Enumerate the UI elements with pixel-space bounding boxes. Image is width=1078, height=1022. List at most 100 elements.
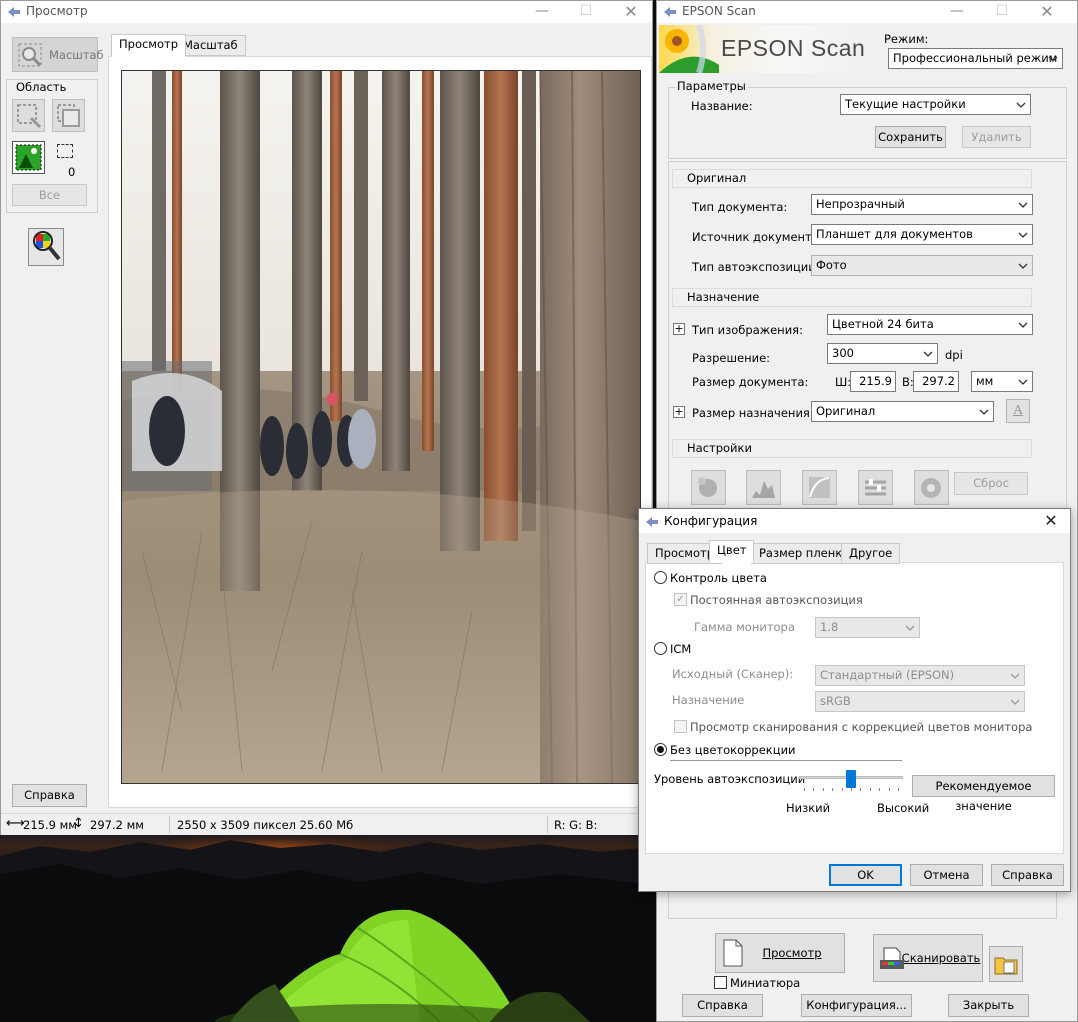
target-value: sRGB xyxy=(820,694,851,708)
size-unit-select[interactable]: мм xyxy=(971,371,1033,392)
auto-locate-button[interactable] xyxy=(12,99,45,132)
histogram-icon xyxy=(752,481,775,498)
tab-preview[interactable]: Просмотр xyxy=(111,34,187,57)
height-input[interactable]: 297.2 xyxy=(913,371,959,392)
close-button[interactable]: ✕ xyxy=(1032,510,1070,532)
help-button[interactable]: Справка xyxy=(12,784,87,807)
help-button[interactable]: Справка xyxy=(991,864,1064,886)
target-size-label: Размер назначения: xyxy=(692,406,814,420)
mode-select[interactable]: Профессиональный режим xyxy=(888,48,1063,69)
width-input[interactable]: 215.9 xyxy=(850,371,896,392)
delete-marquee-button[interactable] xyxy=(52,99,85,132)
marquee-outline-icon xyxy=(57,144,73,158)
icm-radio[interactable] xyxy=(654,642,667,655)
maximize-button[interactable]: ☐ xyxy=(979,1,1025,23)
preview-button[interactable]: Просмотр xyxy=(715,933,845,973)
target-size-select[interactable]: Оригинал xyxy=(811,401,994,422)
slider-tick xyxy=(898,788,899,791)
close-button[interactable]: ✕ xyxy=(608,1,654,23)
tone-correction-button[interactable] xyxy=(802,470,837,505)
target-select[interactable]: sRGB xyxy=(815,691,1025,712)
doc-type-select[interactable]: Непрозрачный xyxy=(811,194,1033,215)
original-header: Оригинал xyxy=(672,169,1032,188)
no-color-correction-radio[interactable] xyxy=(654,743,667,756)
close-window-button[interactable]: Закрыть xyxy=(948,994,1029,1017)
chevron-down-icon xyxy=(1018,263,1028,269)
all-button[interactable]: Все xyxy=(12,184,87,206)
high-label: Высокий xyxy=(877,801,930,815)
resolution-select[interactable]: 300 xyxy=(827,343,938,364)
zoom-button[interactable]: Масштаб xyxy=(12,37,104,72)
scanner-icon xyxy=(880,947,904,969)
color-magnifier-icon xyxy=(33,231,61,261)
configuration-button[interactable]: Конфигурация... xyxy=(801,994,912,1017)
source-select[interactable]: Стандартный (EPSON) xyxy=(815,665,1025,686)
thumbnail-checkbox[interactable] xyxy=(714,976,727,989)
scan-button[interactable]: Сканировать xyxy=(873,934,983,982)
target-size-value: Оригинал xyxy=(816,404,876,418)
continuous-autoexp-checkbox[interactable]: ✓ xyxy=(674,593,687,606)
resolution-value: 300 xyxy=(832,346,854,360)
size-unit-value: мм xyxy=(976,374,994,388)
minimize-button[interactable]: — xyxy=(934,1,980,23)
document-icon xyxy=(723,939,743,967)
doc-source-select[interactable]: Планшет для документов xyxy=(811,224,1033,245)
slider-tick xyxy=(889,788,890,791)
slider-thumb[interactable] xyxy=(846,770,856,788)
image-adjust-button[interactable] xyxy=(858,470,893,505)
color-adjust-button[interactable] xyxy=(28,228,64,266)
chevron-down-icon xyxy=(1018,322,1028,328)
doc-type-label: Тип документа: xyxy=(692,200,788,214)
histogram-adjust-button[interactable] xyxy=(746,470,781,505)
source-label: Исходный (Сканер): xyxy=(672,667,794,681)
delete-button[interactable]: Удалить xyxy=(962,126,1031,148)
tab-color[interactable]: Цвет xyxy=(709,540,755,563)
status-bar: ⟷ 215.9 мм ↕ 297.2 мм 2550 x 3509 пиксел… xyxy=(1,813,652,835)
maximize-button[interactable]: ☐ xyxy=(563,1,609,23)
autoexp-level-slider[interactable] xyxy=(799,768,903,794)
close-button[interactable]: ✕ xyxy=(1024,1,1070,23)
expand-target-size-icon[interactable]: + xyxy=(673,406,685,418)
reset-button[interactable]: Сброс xyxy=(954,472,1028,495)
monitor-gamma-value: 1.8 xyxy=(820,620,839,634)
monitor-preview-label: Просмотр сканирования с коррекцией цвето… xyxy=(690,720,1033,734)
status-rgb: R: G: B: xyxy=(554,818,598,832)
parameters-label: Параметры xyxy=(675,79,748,93)
color-wheel-icon xyxy=(921,478,941,498)
doc-type-value: Непрозрачный xyxy=(816,197,905,211)
image-type-select[interactable]: Цветной 24 бита xyxy=(827,314,1033,335)
color-control-radio[interactable] xyxy=(654,571,667,584)
minimize-button[interactable]: — xyxy=(519,1,565,23)
chevron-down-icon xyxy=(905,625,915,631)
help-button[interactable]: Справка xyxy=(682,994,763,1017)
expand-image-type-icon[interactable]: + xyxy=(673,323,685,335)
preview-button-label: Просмотр xyxy=(762,946,822,960)
image-type-label: Тип изображения: xyxy=(692,323,803,337)
icm-label: ICM xyxy=(670,642,692,656)
slider-tick xyxy=(804,788,805,791)
text-enhance-button[interactable]: A xyxy=(1006,399,1030,423)
autoexp-type-select[interactable]: Фото xyxy=(811,255,1033,276)
ok-button[interactable]: OK xyxy=(829,864,902,886)
chevron-down-icon xyxy=(923,351,933,357)
chevron-down-icon xyxy=(1018,232,1028,238)
epson-scan-icon xyxy=(646,517,658,527)
divider xyxy=(670,760,902,761)
name-select[interactable]: Текущие настройки xyxy=(840,94,1031,115)
save-button[interactable]: Сохранить xyxy=(875,126,946,148)
create-marquee-icon xyxy=(15,144,42,171)
slider-tick xyxy=(870,788,871,791)
color-palette-button[interactable] xyxy=(914,470,949,505)
unsharp-icon xyxy=(698,477,717,497)
cancel-button[interactable]: Отмена xyxy=(910,864,983,886)
monitor-gamma-select[interactable]: 1.8 xyxy=(815,617,920,638)
file-save-settings-button[interactable] xyxy=(989,946,1023,982)
configuration-dialog: Конфигурация ✕ Просмотр Цвет Размер плен… xyxy=(638,508,1071,892)
monitor-preview-checkbox[interactable] xyxy=(674,720,687,733)
scanned-photo[interactable] xyxy=(121,70,641,784)
destination-header: Назначение xyxy=(672,288,1032,307)
tab-other[interactable]: Другое xyxy=(841,543,901,564)
create-marquee-button[interactable] xyxy=(12,141,45,174)
histogram-button[interactable] xyxy=(691,470,726,505)
recommended-value-button[interactable]: Рекомендуемое значение xyxy=(912,775,1055,813)
